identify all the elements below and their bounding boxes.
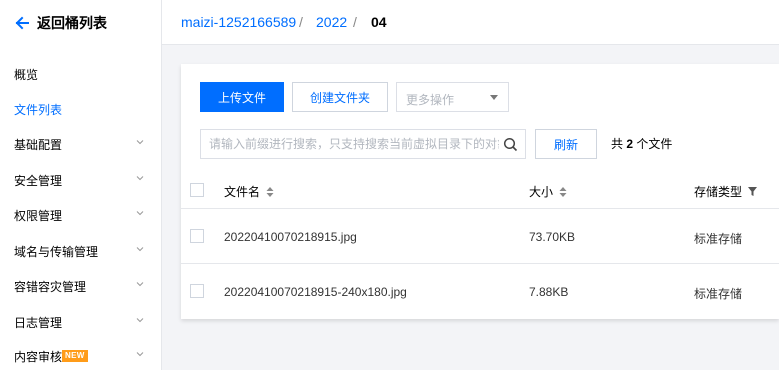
file-list-panel: 上传文件 创建文件夹 更多操作 刷新 共 2 个文件 文件名 大小 存储类型 2… xyxy=(181,64,779,319)
row-checkbox[interactable] xyxy=(190,229,204,243)
chevron-down-icon xyxy=(136,247,144,252)
file-size: 73.70KB xyxy=(529,230,576,244)
breadcrumb-separator: / xyxy=(353,14,357,30)
sidebar-item-label: 文件列表 xyxy=(14,102,63,117)
sidebar-item-label: 权限管理 xyxy=(14,208,63,223)
file-size: 7.88KB xyxy=(529,285,569,299)
refresh-button[interactable]: 刷新 xyxy=(535,129,597,159)
sidebar-item-domain-transfer[interactable]: 域名与传输管理 xyxy=(0,241,161,261)
column-header-storage[interactable]: 存储类型 xyxy=(694,183,758,200)
breadcrumb: maizi-1252166589 / 2022 / 04 xyxy=(162,0,779,45)
storage-type: 标准存储 xyxy=(694,232,743,246)
chevron-down-icon xyxy=(136,140,144,145)
sidebar-item-file-list[interactable]: 文件列表 xyxy=(0,99,161,119)
breadcrumb-folder-link[interactable]: 2022 xyxy=(316,13,347,31)
select-all-checkbox[interactable] xyxy=(190,183,204,197)
file-count: 共 2 个文件 xyxy=(611,137,673,151)
chevron-down-icon xyxy=(136,282,144,287)
sidebar-item-basic-config[interactable]: 基础配置 xyxy=(0,134,161,154)
table-header: 文件名 大小 存储类型 xyxy=(181,172,779,209)
chevron-down-icon xyxy=(136,352,144,357)
sidebar-item-label: 日志管理 xyxy=(14,315,63,330)
sidebar-item-permissions[interactable]: 权限管理 xyxy=(0,205,161,225)
sidebar-item-label: 概览 xyxy=(14,67,39,82)
sidebar-item-fault-tolerance[interactable]: 容错容灾管理 xyxy=(0,276,161,296)
breadcrumb-bucket-link[interactable]: maizi-1252166589 xyxy=(181,13,296,31)
arrow-left-icon xyxy=(15,16,29,30)
search-box xyxy=(200,129,526,159)
back-label: 返回桶列表 xyxy=(37,15,107,31)
new-badge: NEW xyxy=(62,350,88,362)
breadcrumb-current: 04 xyxy=(371,14,387,30)
file-name[interactable]: 20220410070218915.jpg xyxy=(224,230,357,244)
caret-down-icon xyxy=(490,95,498,100)
column-header-size[interactable]: 大小 xyxy=(529,183,567,200)
table-row[interactable]: 20220410070218915-240x180.jpg 7.88KB 标准存… xyxy=(181,264,779,318)
sidebar-item-security[interactable]: 安全管理 xyxy=(0,170,161,190)
more-actions-label: 更多操作 xyxy=(406,93,455,107)
storage-type: 标准存储 xyxy=(694,287,743,301)
search-input[interactable] xyxy=(201,130,499,158)
sidebar: 返回桶列表 概览 文件列表 基础配置 安全管理 权限管理 域名与传输管理 容错容… xyxy=(0,0,162,370)
chevron-down-icon xyxy=(136,176,144,181)
row-checkbox[interactable] xyxy=(190,284,204,298)
more-actions-dropdown[interactable]: 更多操作 xyxy=(396,82,509,112)
create-folder-button[interactable]: 创建文件夹 xyxy=(292,82,388,112)
filter-icon xyxy=(748,187,758,196)
back-to-bucket-list-link[interactable]: 返回桶列表 xyxy=(14,13,107,33)
column-header-name[interactable]: 文件名 xyxy=(224,183,274,200)
upload-file-button[interactable]: 上传文件 xyxy=(200,82,284,112)
sidebar-item-logs[interactable]: 日志管理 xyxy=(0,312,161,332)
sidebar-item-overview[interactable]: 概览 xyxy=(0,64,161,84)
sidebar-item-label: 容错容灾管理 xyxy=(14,279,87,294)
search-icon[interactable] xyxy=(503,137,518,152)
table-row[interactable]: 20220410070218915.jpg 73.70KB 标准存储 xyxy=(181,209,779,264)
chevron-down-icon xyxy=(136,211,144,216)
sidebar-item-label: 内容审核 xyxy=(14,349,63,364)
sort-icon xyxy=(266,186,274,197)
file-name[interactable]: 20220410070218915-240x180.jpg xyxy=(224,285,407,299)
chevron-down-icon xyxy=(136,318,144,323)
sidebar-item-label: 域名与传输管理 xyxy=(14,244,99,259)
sidebar-item-label: 安全管理 xyxy=(14,173,63,188)
sort-icon xyxy=(559,186,567,197)
sidebar-item-label: 基础配置 xyxy=(14,137,63,152)
sidebar-item-content-review[interactable]: 内容审核 NEW xyxy=(0,346,161,366)
breadcrumb-separator: / xyxy=(299,14,303,30)
